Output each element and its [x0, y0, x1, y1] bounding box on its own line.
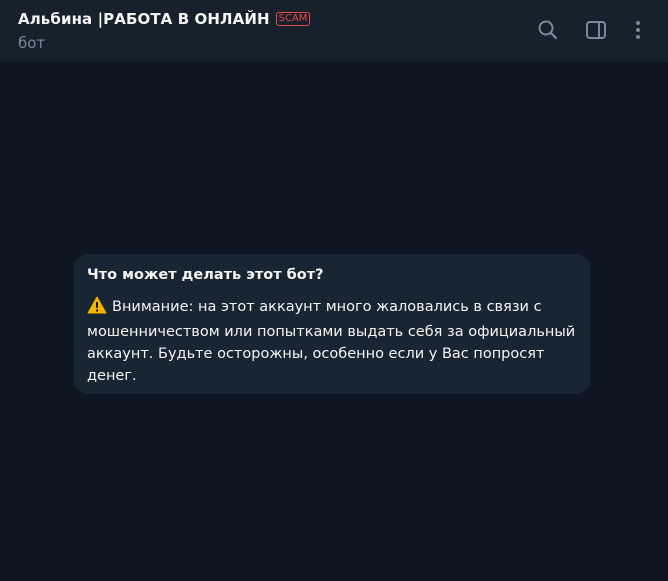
chat-subtitle: бот — [18, 34, 46, 52]
chat-title: Альбина |РАБОТА В ОНЛАЙН — [18, 10, 270, 28]
more-vertical-icon[interactable] — [626, 18, 650, 42]
bot-info-card: Что может делать этот бот? Внимание: на … — [74, 254, 590, 394]
bot-info-title: Что может делать этот бот? — [87, 267, 324, 283]
sidebar-panel-icon[interactable] — [584, 18, 608, 42]
bot-info-body: Внимание: на этот аккаунт много жаловали… — [87, 296, 577, 387]
bot-warning-text: Внимание: на этот аккаунт много жаловали… — [87, 299, 576, 384]
warning-icon — [87, 296, 107, 321]
scam-badge: SCAM — [275, 12, 311, 26]
chat-header: Альбина |РАБОТА В ОНЛАЙН SCAM бот — [0, 0, 668, 63]
chat-title-row[interactable]: Альбина |РАБОТА В ОНЛАЙН SCAM — [18, 10, 311, 28]
search-icon[interactable] — [536, 18, 560, 42]
